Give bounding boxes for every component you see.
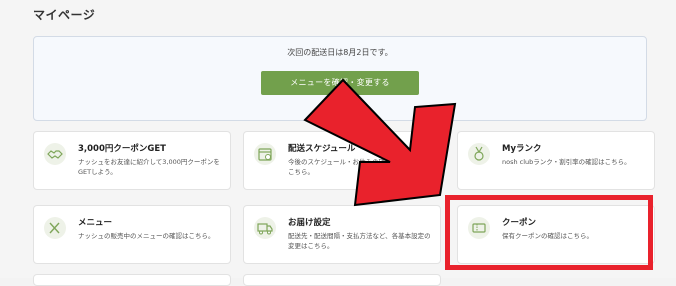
mypage: マイページ 次回の配送日は8月2日です。 メニューを確認・変更する 3,000円… [0,0,676,286]
card-title: 配送スケジュール [288,144,356,154]
card-delivery-settings[interactable]: お届け設定 配送先・配送間隔・支払方法など、各基本設定の変更はこちら。 [243,205,441,264]
card-title: お届け設定 [288,218,331,228]
card-title: Myランク [502,144,542,154]
card-partial [243,274,441,286]
page-title: マイページ [33,8,96,22]
card-title: メニュー [78,218,113,228]
card-title: 3,000円クーポンGET [78,144,166,154]
card-desc: nosh clubランク・割引率の確認はこちら。 [502,158,631,166]
check-menu-button[interactable]: メニューを確認・変更する [261,71,419,95]
calendar-icon [254,143,276,165]
card-desc: 配送先・配送間隔・支払方法など、各基本設定の変更はこちら。 [288,232,431,250]
delivery-panel: 次回の配送日は8月2日です。 メニューを確認・変更する [33,36,647,121]
highlight-box [445,195,653,270]
card-delivery-schedule[interactable]: 配送スケジュール 今後のスケジュール・お休みの確認、スキップはこちら。 [243,131,441,190]
utensils-icon [44,217,66,239]
card-my-rank[interactable]: Myランク nosh clubランク・割引率の確認はこちら。 [457,131,655,190]
card-desc: ナッシュの販売中のメニューの確認はこちら。 [78,232,215,240]
card-desc: ナッシュをお友達に紹介して3,000円クーポンをGETしよう。 [78,158,220,176]
card-menu[interactable]: メニュー ナッシュの販売中のメニューの確認はこちら。 [33,205,231,264]
medal-icon [468,143,490,165]
delivery-notice: 次回の配送日は8月2日です。 [287,48,393,57]
truck-icon [254,217,276,239]
card-desc: 今後のスケジュール・お休みの確認、スキップはこちら。 [288,158,431,176]
card-referral-coupon[interactable]: 3,000円クーポンGET ナッシュをお友達に紹介して3,000円クーポンをGE… [33,131,231,190]
card-partial [33,274,231,286]
handshake-icon [44,143,66,165]
